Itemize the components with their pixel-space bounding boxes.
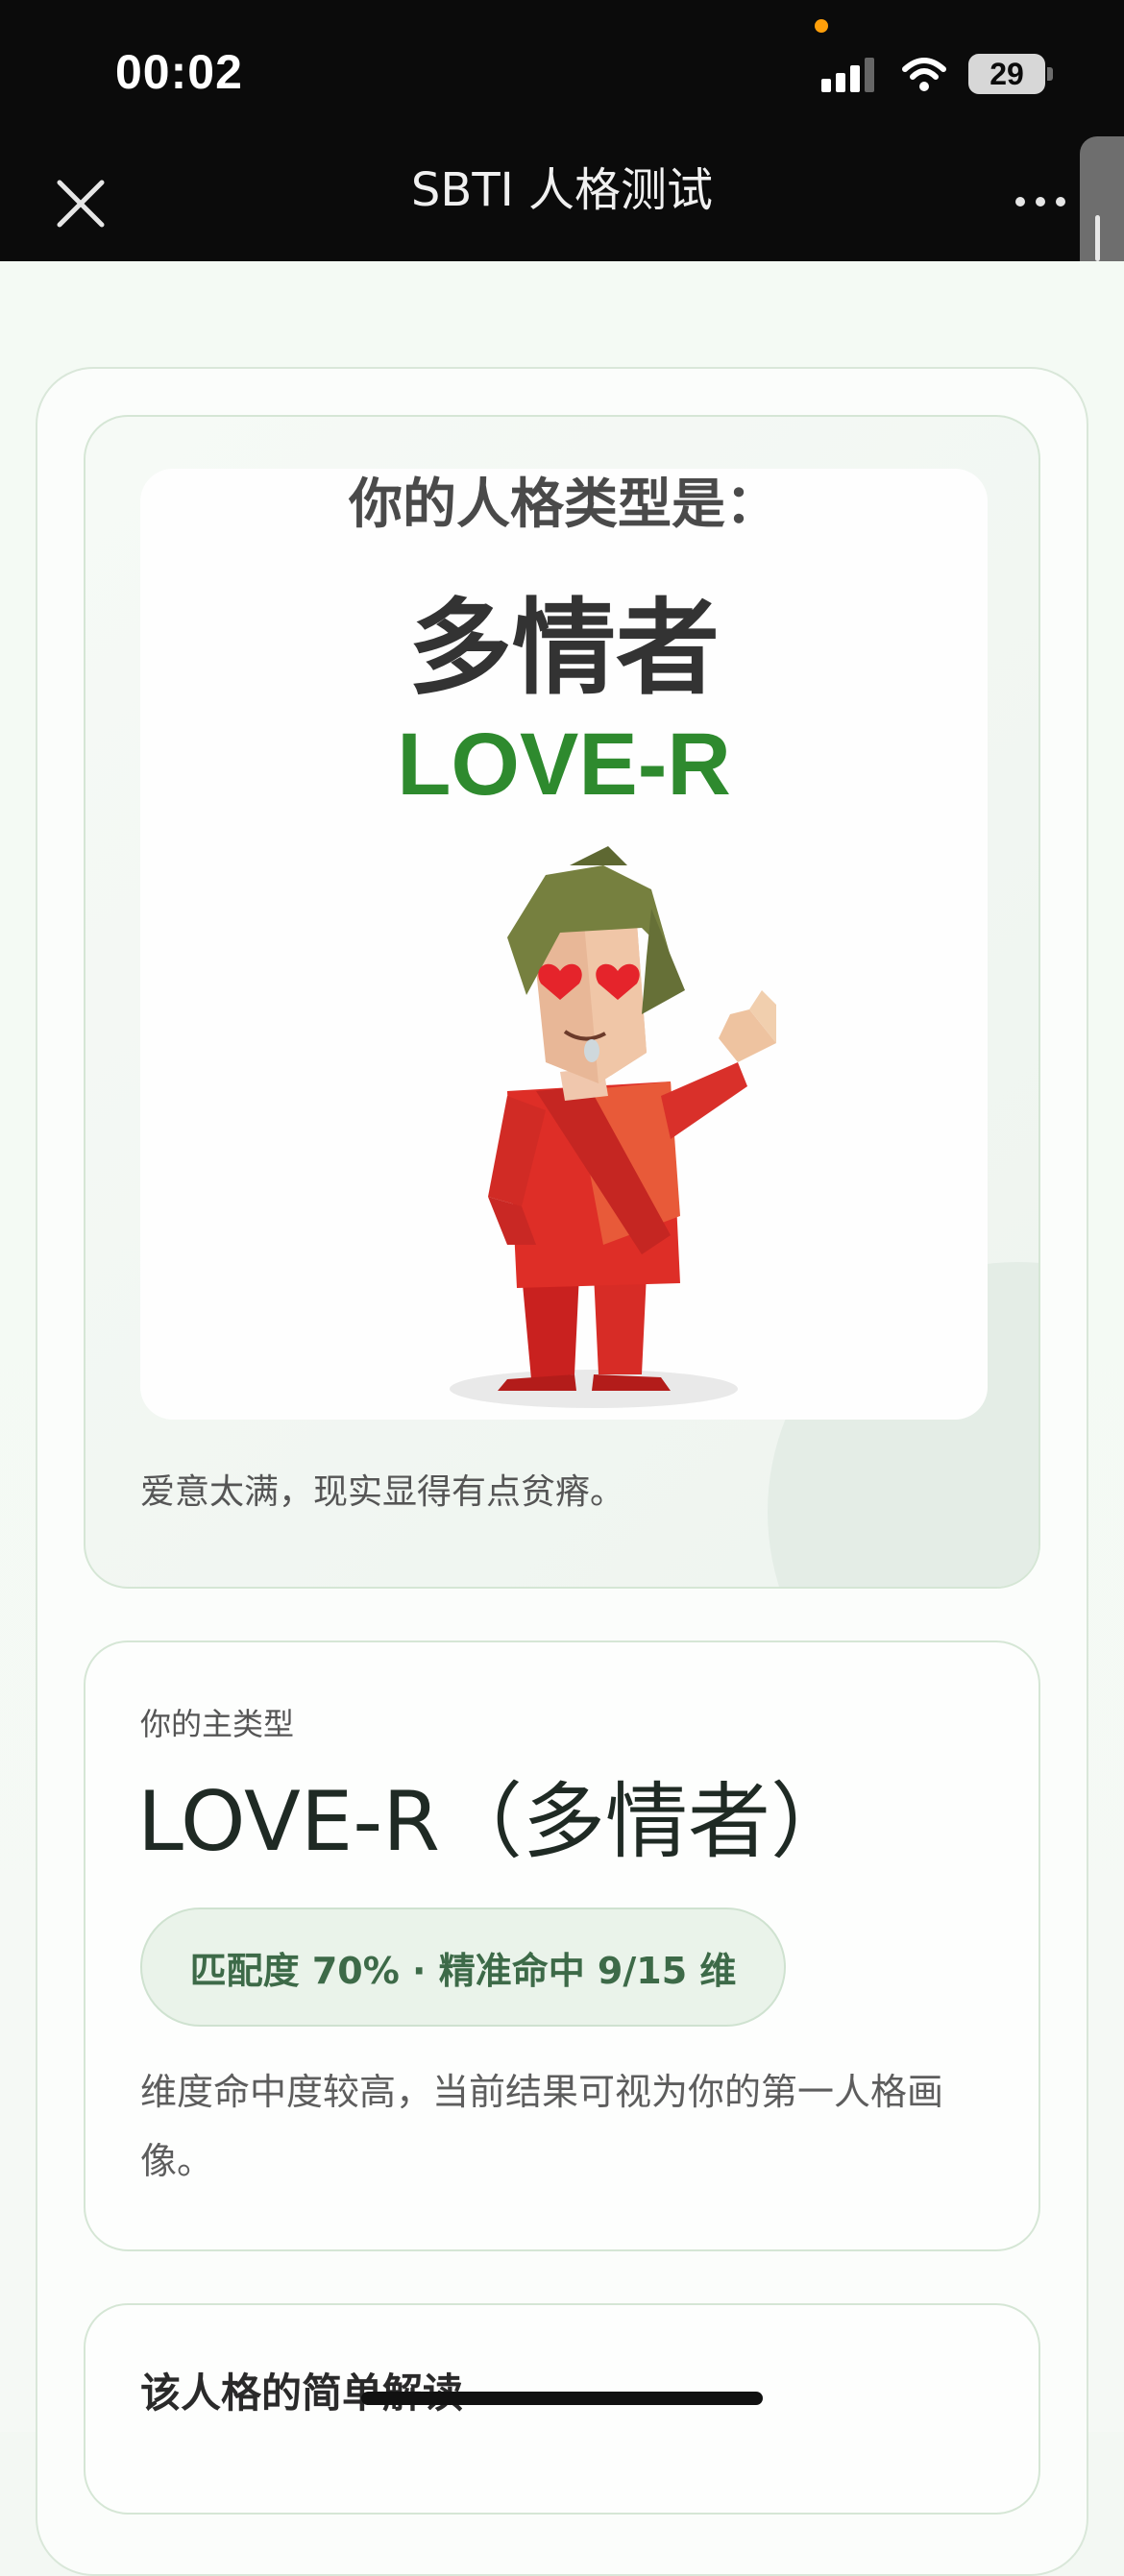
poster-type-name: 多情者 (407, 589, 720, 709)
battery-level: 29 (990, 56, 1024, 91)
personality-result-card: 你的人格类型是： 多情者 LOVE-R 爱意太满，现实显得有点贫瘠。 (84, 415, 1040, 1589)
cellular-signal-icon (821, 58, 874, 92)
personality-tagline: 爱意太满，现实显得有点贫瘠。 (140, 1472, 625, 1512)
home-indicator[interactable] (361, 2392, 763, 2405)
personality-poster: 你的人格类型是： 多情者 LOVE-R (140, 469, 988, 1420)
poster-heading: 你的人格类型是： (349, 474, 779, 536)
main-type-title: LOVE-R（多情者） (137, 1774, 853, 1870)
main-type-label: 你的主类型 (140, 1706, 295, 1742)
match-score-badge: 匹配度 70% · 精准命中 9/15 维 (140, 1908, 786, 2027)
privacy-indicator-dot (815, 19, 828, 33)
page-title: SBTI 人格测试 (410, 163, 714, 217)
main-type-description: 维度命中度较高，当前结果可视为你的第一人格画像。 (140, 2071, 944, 2182)
analysis-title: 该人格的简单解读 (140, 2369, 464, 2417)
analysis-card: 该人格的简单解读 (84, 2303, 1040, 2515)
more-options-icon[interactable] (1013, 190, 1068, 213)
battery-tip (1047, 67, 1053, 81)
navbar: SBTI 人格测试 (0, 134, 1124, 261)
battery-icon: 29 (968, 54, 1045, 94)
status-bar: 00:02 29 (0, 0, 1124, 134)
poster-type-code: LOVE-R (397, 716, 731, 814)
character-illustration (450, 846, 776, 1408)
main-type-card: 你的主类型 LOVE-R（多情者） 匹配度 70% · 精准命中 9/15 维 … (84, 1640, 1040, 2251)
status-time: 00:02 (115, 45, 243, 99)
wifi-icon (902, 58, 946, 91)
